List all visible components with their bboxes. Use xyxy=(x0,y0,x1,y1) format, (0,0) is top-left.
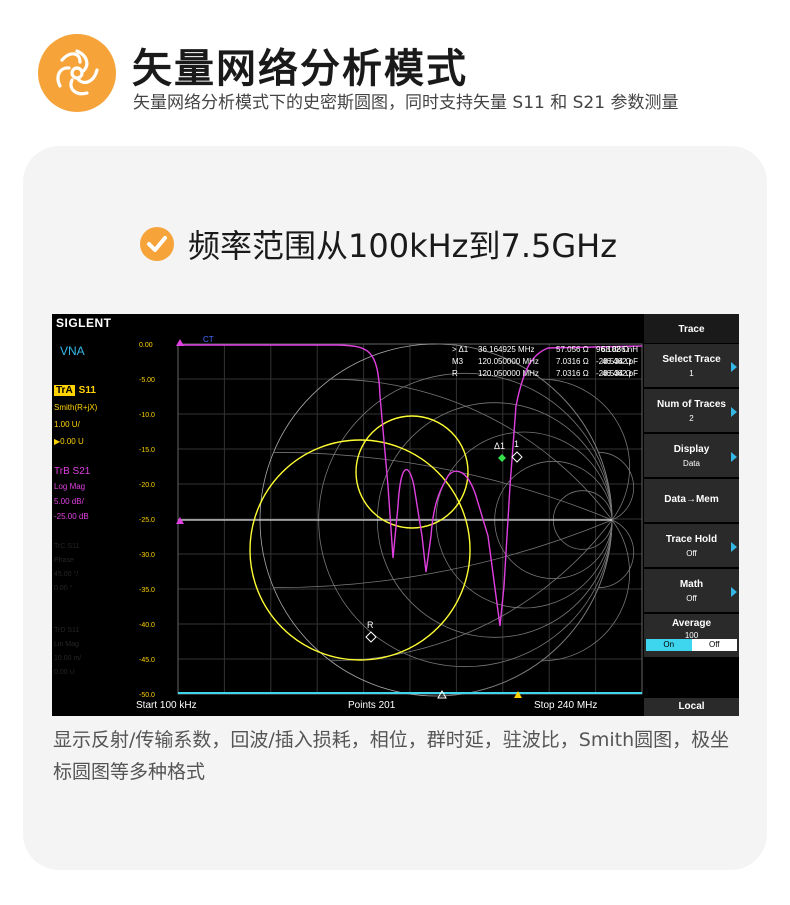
arrow-right-icon xyxy=(731,407,737,417)
ghost-label: Phase xyxy=(54,557,74,564)
page-subtitle: 矢量网络分析模式下的史密斯圆图，同时支持矢量 S11 和 S21 参数测量 xyxy=(133,93,679,113)
trace-b-scale: 5.00 dB/ xyxy=(54,497,84,506)
data-to-mem-button[interactable]: Data→Mem xyxy=(644,479,739,523)
y-tick-label: -30.0 xyxy=(139,552,155,559)
page-title: 矢量网络分析模式 xyxy=(132,46,468,92)
smith-chart-plot[interactable]: 0.00 -5.00 -10.0 -15.0 -20.0 -25.0 -30.0 -35.0 -… xyxy=(138,336,644,699)
mode-label: VNA xyxy=(60,344,85,358)
trace-a-format: Smith(R+jX) xyxy=(54,403,98,412)
reference-marker-icon xyxy=(365,631,377,643)
ghost-label: 10.00 m/ xyxy=(54,655,82,662)
marker-table-cell: 7.0316 Ω xyxy=(556,369,589,378)
instrument-screen: SIGLENT VNA TrA S11 Smith(R+jX) 1.00 U/ ▶… xyxy=(52,314,739,716)
marker-table-cell: M3 xyxy=(452,357,464,366)
ghost-label: TrD S11 xyxy=(54,627,80,634)
y-tick-label: -5.00 xyxy=(139,377,155,384)
sweep-bar: Start 100 kHz Points 201 Stop 240 MHz xyxy=(132,694,644,714)
y-tick-label: -15.0 xyxy=(139,447,155,454)
y-tick-label: -45.0 xyxy=(139,657,155,664)
trace-b-info[interactable]: TrB S21 Log Mag 5.00 dB/ -25.00 dB xyxy=(54,464,90,524)
local-button[interactable]: Local xyxy=(644,698,739,716)
arrow-right-icon xyxy=(731,542,737,552)
y-tick-label: 0.00 xyxy=(139,342,153,349)
sweep-points: Points 201 xyxy=(348,700,396,711)
marker-table-cell: 7.0316 Ω xyxy=(556,357,589,366)
trace-b-param: S21 xyxy=(72,466,91,477)
trace-a-ref: ▶0.00 U xyxy=(54,437,84,446)
average-button[interactable]: Average 100 xyxy=(644,614,739,658)
s21-top-marker-icon xyxy=(176,339,184,346)
marker-table-cell: 120.050000 MHz xyxy=(478,357,539,366)
y-tick-label: -20.0 xyxy=(139,482,155,489)
start-frequency: Start 100 kHz xyxy=(136,700,197,711)
trace-b-ref: -25.00 dB xyxy=(54,512,89,521)
ghost-trace-c: TrC S11 Phase 45.00 °/ 0.00 ° xyxy=(54,540,79,596)
ghost-label: 45.00 °/ xyxy=(54,571,79,578)
marker-table-cell: 120.050000 MHz xyxy=(478,369,539,378)
check-circle-icon xyxy=(140,227,174,261)
average-off-option[interactable]: Off xyxy=(691,639,737,651)
ct-label: CT xyxy=(203,336,214,344)
reference-marker-label: R xyxy=(367,620,374,630)
marker-table-cell: 36.164925 MHz xyxy=(478,345,534,354)
y-tick-label: -10.0 xyxy=(139,412,155,419)
feature-text: 频率范围从100kHz到7.5GHz xyxy=(188,227,618,265)
softkey-menu: Trace Select Trace 1 Num of Traces 2 Displ… xyxy=(644,314,739,716)
feature-headline: 频率范围从100kHz到7.5GHz xyxy=(140,224,618,265)
display-button[interactable]: Display Data xyxy=(644,434,739,478)
s11-trace-outer xyxy=(249,439,471,661)
trace-b-format: Log Mag xyxy=(54,482,86,491)
select-trace-button[interactable]: Select Trace 1 xyxy=(644,344,739,388)
page: 矢量网络分析模式 矢量网络分析模式下的史密斯圆图，同时支持矢量 S11 和 S2… xyxy=(0,0,790,905)
average-toggle[interactable]: On Off xyxy=(646,639,737,651)
marker-table-cell: 57.056 Ω xyxy=(556,345,589,354)
menu-trace-title: Trace xyxy=(644,314,739,344)
arrow-right-icon xyxy=(731,452,737,462)
ghost-label: Lin Mag xyxy=(54,641,79,648)
marker-one-label: 1 xyxy=(514,439,519,449)
trace-b-tag: TrB xyxy=(54,466,70,477)
delta-marker-label: Δ1 xyxy=(494,441,505,451)
marker-table-cell: > Δ1 xyxy=(452,345,469,354)
smith-reactance-arc xyxy=(541,378,630,521)
average-on-option[interactable]: On xyxy=(646,639,692,651)
trace-a-param: S11 xyxy=(78,385,96,396)
y-tick-label: -35.0 xyxy=(139,587,155,594)
marker-table-cell: 68.886 nH xyxy=(601,345,638,354)
brand-logo-icon xyxy=(38,34,116,112)
arrow-right-icon xyxy=(731,362,737,372)
trace-hold-button[interactable]: Trace Hold Off xyxy=(644,524,739,568)
brand-label: SIGLENT xyxy=(56,316,112,330)
ghost-label: 0.00 U xyxy=(54,669,75,676)
marker-table-cell: R xyxy=(452,369,458,378)
trace-a-tag: TrA xyxy=(54,385,75,396)
marker-table-cell: 46.462 pF xyxy=(602,357,638,366)
trace-a-scale: 1.00 U/ xyxy=(54,420,80,429)
ghost-label: 0.00 ° xyxy=(54,585,73,592)
s11-trace-inner xyxy=(355,415,469,529)
math-button[interactable]: Math Off xyxy=(644,569,739,613)
caption-text: 显示反射/传输系数，回波/插入损耗，相位，群时延，驻波比，Smith圆图，极坐标… xyxy=(53,729,730,783)
num-of-traces-button[interactable]: Num of Traces 2 xyxy=(644,389,739,433)
arrow-right-icon xyxy=(731,587,737,597)
ghost-label: TrC S11 xyxy=(54,543,80,550)
y-tick-label: -25.0 xyxy=(139,517,155,524)
ghost-trace-d: TrD S11 Lin Mag 10.00 m/ 0.00 U xyxy=(54,624,81,680)
delta-marker-icon xyxy=(498,454,506,462)
smith-reactance-arc xyxy=(541,519,630,662)
marker-one-icon xyxy=(511,451,523,463)
y-tick-label: -40.0 xyxy=(139,622,155,629)
stop-frequency: Stop 240 MHz xyxy=(534,700,598,711)
marker-table-cell: 46.462 pF xyxy=(602,369,638,378)
trace-a-info[interactable]: TrA S11 Smith(R+jX) 1.00 U/ ▶0.00 U xyxy=(54,382,97,450)
